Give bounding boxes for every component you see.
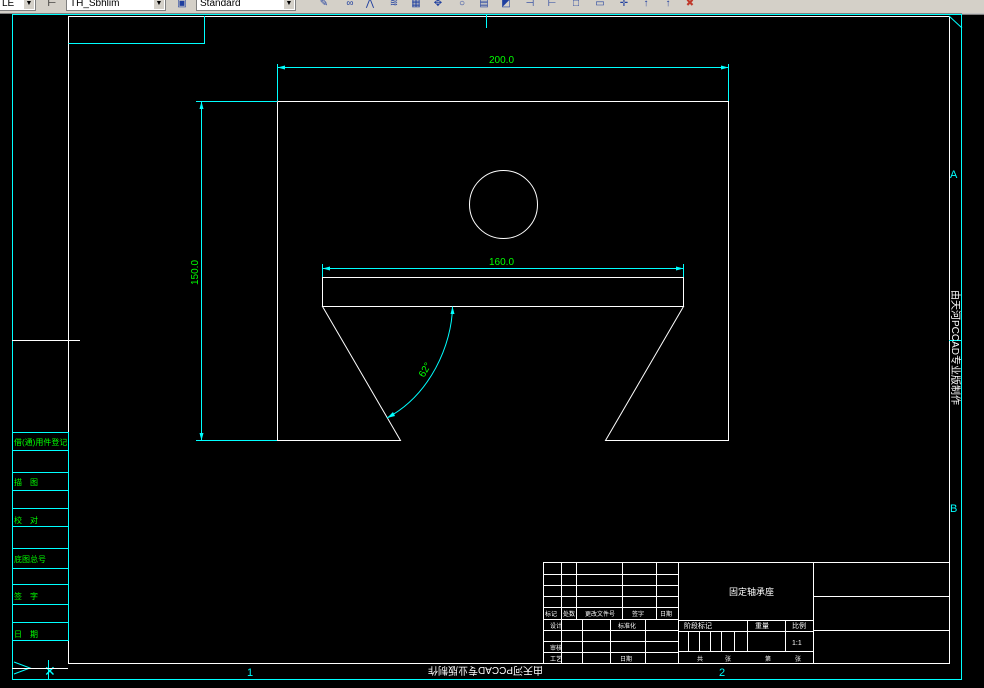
x-mark-icon: ✕: [44, 663, 56, 679]
tb-sheet-unit-2: 张: [795, 655, 801, 663]
tb-label-process: 工艺: [550, 655, 562, 663]
zone-label-a: A: [950, 169, 958, 181]
left-label-3: 校 对: [14, 515, 38, 525]
part-name: 固定轴承座: [729, 586, 774, 597]
outer-border: [12, 14, 962, 680]
inner-border: [68, 16, 950, 664]
trim-icon[interactable]: ⊣: [524, 0, 536, 10]
layer-combo[interactable]: LE ▼: [0, 0, 36, 11]
tb-label-date: 日期: [660, 610, 672, 618]
offset-icon[interactable]: ≋: [388, 0, 400, 10]
layer-combo-value: LE: [2, 0, 15, 9]
dim-height-text: 150.0: [190, 260, 201, 285]
tb-label-change-doc: 更改文件号: [585, 610, 615, 618]
left-label-5: 签 字: [14, 591, 38, 601]
top-right-mark: [948, 15, 963, 29]
part-outline[interactable]: [277, 101, 729, 441]
left-label-6: 日 期: [14, 630, 38, 639]
link-icon[interactable]: ∞: [344, 0, 356, 10]
tb-scale-value: 1:1: [792, 640, 802, 647]
tb-label-review: 审核: [550, 644, 562, 652]
move-icon[interactable]: ✥: [432, 0, 444, 10]
dim-slot-text: 160.0: [489, 257, 514, 268]
brush-icon[interactable]: ✎: [318, 0, 330, 10]
textstyle-combo[interactable]: Standard ▼: [196, 0, 296, 11]
dimension-width[interactable]: 200.0: [277, 55, 729, 101]
chamfer-icon[interactable]: ▭: [594, 0, 606, 10]
dimension-slot[interactable]: 160.0: [322, 257, 684, 277]
chevron-down-icon[interactable]: ▼: [24, 0, 34, 9]
tb-label-date-2: 日期: [620, 655, 632, 663]
bore-circle[interactable]: [469, 170, 538, 239]
tb-sheet-total: 共: [697, 655, 703, 663]
zone-label-2: 2: [719, 667, 725, 679]
pin-icon[interactable]: ↑: [662, 0, 674, 10]
left-label-1: 借(通)用件登记: [14, 437, 67, 447]
extend-icon[interactable]: ⊢: [546, 0, 558, 10]
tb-label-standard: 标准化: [618, 622, 636, 630]
explode-icon[interactable]: ↑: [640, 0, 652, 10]
dimstyle-combo-value: TH_Sbhlim: [70, 0, 120, 9]
mirror-icon[interactable]: ⋀: [364, 0, 376, 10]
break-icon[interactable]: □: [570, 0, 582, 10]
drawing-canvas[interactable]: ✕ 借(通)用件登记 描 图 校 对 底图总号 签 字 日 期 A B 1 2 …: [0, 13, 984, 688]
scale-icon[interactable]: ▤: [478, 0, 490, 10]
cad-toolbar: LE ▼ ⊢ TH_Sbhlim ▼ ▣ Standard ▼ ✎ ∞ ⋀ ≋ …: [0, 0, 984, 14]
tb-stage-header: 阶段标记: [684, 621, 712, 630]
tb-weight-header: 重量: [755, 622, 769, 630]
title-block[interactable]: 固定轴承座 标记 处数 更改文件号 签字 日期 设计 标准化 审核 工艺 日期 …: [543, 562, 950, 664]
dimension-angle[interactable]: 62°: [386, 306, 455, 419]
dimension-height[interactable]: 150.0: [190, 101, 277, 441]
tb-sheet-index: 第: [765, 655, 771, 663]
dimstyle-combo[interactable]: TH_Sbhlim ▼: [66, 0, 166, 11]
tb-label-count: 处数: [563, 610, 575, 618]
chevron-down-icon[interactable]: ▼: [284, 0, 294, 9]
dim-width-text: 200.0: [489, 55, 514, 66]
textstyle-combo-value: Standard: [200, 0, 241, 9]
tb-sheet-unit-1: 张: [725, 655, 731, 663]
left-label-2: 描 图: [14, 477, 38, 487]
side-watermark: 由天河PCCAD专业版制作: [949, 290, 962, 405]
dim-angle-text: 62°: [417, 361, 434, 380]
textstyle-icon[interactable]: ▣: [176, 0, 188, 10]
tb-label-design: 设计: [550, 622, 562, 630]
left-panel: 借(通)用件登记 描 图 校 对 底图总号 签 字 日 期: [12, 432, 69, 641]
slot-rectangle[interactable]: [322, 277, 684, 307]
rotate-icon[interactable]: ○: [456, 0, 468, 10]
array-icon[interactable]: ▦: [410, 0, 422, 10]
tb-scale-header: 比例: [792, 621, 806, 630]
left-label-4: 底图总号: [14, 554, 46, 564]
bottom-watermark: 由天河PCCAD专业版制作: [428, 664, 543, 677]
tb-label-mark: 标记: [545, 610, 557, 618]
tb-label-sign: 签字: [632, 610, 644, 618]
fillet-icon[interactable]: ✛: [618, 0, 630, 10]
chevron-down-icon[interactable]: ▼: [154, 0, 164, 9]
stretch-icon[interactable]: ◩: [500, 0, 512, 10]
zone-label-1: 1: [247, 667, 253, 679]
dimstyle-icon[interactable]: ⊢: [46, 0, 58, 10]
part-geometry[interactable]: [277, 101, 729, 441]
top-left-box: [68, 16, 205, 44]
erase-icon[interactable]: ✖: [684, 0, 696, 10]
zone-label-b: B: [950, 503, 957, 515]
